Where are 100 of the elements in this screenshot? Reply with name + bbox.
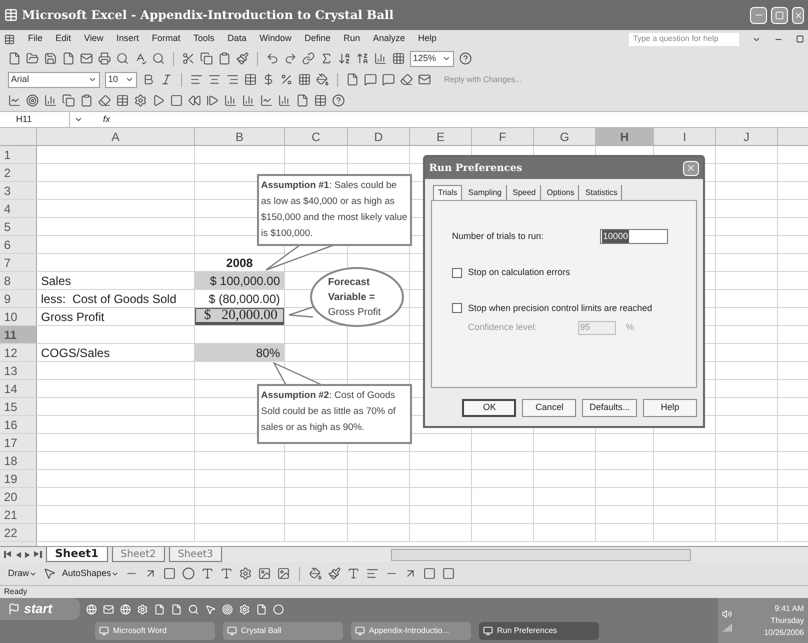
- checkbox[interactable]: [452, 303, 462, 314]
- sensitivity-chart-icon[interactable]: [278, 94, 291, 107]
- draw-menu[interactable]: Draw: [8, 566, 38, 580]
- report-icon[interactable]: [296, 94, 309, 107]
- trials-input[interactable]: 10000: [600, 229, 668, 244]
- column-header[interactable]: D: [348, 128, 410, 145]
- column-header[interactable]: I: [654, 128, 716, 145]
- single-step-icon[interactable]: [206, 94, 219, 107]
- checkbox-label[interactable]: Stop on calculation errors: [468, 266, 570, 280]
- clip-art-icon[interactable]: [258, 567, 272, 580]
- delete-comment-icon[interactable]: [400, 73, 413, 86]
- row-header[interactable]: 8: [0, 272, 37, 289]
- menu-item[interactable]: View: [84, 32, 104, 46]
- row-header[interactable]: 14: [0, 380, 37, 397]
- column-header[interactable]: C: [285, 128, 348, 145]
- column-header[interactable]: H: [596, 128, 654, 145]
- row-header[interactable]: 13: [0, 362, 37, 379]
- help-search-field[interactable]: Type a question for help: [629, 32, 739, 46]
- define-forecast-icon[interactable]: [44, 94, 57, 107]
- bold-icon[interactable]: [142, 73, 155, 86]
- taskbar-button[interactable]: Run Preferences: [479, 622, 599, 640]
- sheet-tab[interactable]: Sheet2: [112, 547, 165, 562]
- format-painter-icon[interactable]: [236, 52, 249, 65]
- save-icon[interactable]: [44, 52, 57, 65]
- dialog-button[interactable]: OK: [462, 399, 516, 417]
- wordart-icon[interactable]: [220, 567, 234, 580]
- font-color-icon[interactable]: [347, 567, 360, 580]
- taskbar-button[interactable]: Microsoft Word: [95, 622, 215, 640]
- menu-item[interactable]: Help: [418, 32, 437, 46]
- row-header[interactable]: 10: [0, 308, 37, 325]
- menu-item[interactable]: Analyze: [373, 32, 406, 46]
- help-icon[interactable]: [332, 94, 345, 107]
- mail-icon[interactable]: [80, 52, 93, 65]
- restore-button[interactable]: [771, 6, 788, 24]
- borders-icon[interactable]: [298, 73, 311, 86]
- close-button[interactable]: [792, 6, 804, 24]
- picture-icon[interactable]: [277, 567, 290, 580]
- menu-item[interactable]: Edit: [56, 32, 72, 46]
- trend-chart-icon[interactable]: [260, 94, 273, 107]
- clear-data-icon[interactable]: [98, 94, 111, 107]
- menu-item[interactable]: Window: [259, 32, 292, 46]
- quick-launch-icon[interactable]: [273, 604, 284, 614]
- row-header[interactable]: 20: [0, 488, 37, 505]
- autosum-icon[interactable]: [320, 52, 333, 65]
- forecast-charts-icon[interactable]: [224, 94, 237, 107]
- sort-descending-icon[interactable]: [356, 52, 369, 65]
- chart-icon[interactable]: [374, 52, 387, 65]
- copy-data-icon[interactable]: [62, 94, 75, 107]
- undo-icon[interactable]: [266, 52, 279, 65]
- row-header[interactable]: 16: [0, 416, 37, 433]
- reset-simulation-icon[interactable]: [188, 94, 201, 107]
- menu-item[interactable]: Define: [304, 32, 330, 46]
- fill-color-icon[interactable]: [316, 73, 329, 86]
- dropdown-icon[interactable]: [74, 115, 83, 124]
- column-header[interactable]: J: [716, 128, 778, 145]
- run-preferences-icon[interactable]: [134, 94, 147, 107]
- minimize-button[interactable]: [750, 6, 767, 24]
- font-dropdown[interactable]: Arial: [8, 72, 100, 88]
- folder-icon[interactable]: [26, 52, 39, 65]
- sheet-tab[interactable]: Sheet3: [168, 547, 222, 562]
- insert-function-button[interactable]: fx: [103, 112, 110, 126]
- dialog-tab[interactable]: Trials: [433, 185, 462, 200]
- quick-launch-icon[interactable]: [256, 604, 267, 614]
- menu-item[interactable]: Tools: [193, 32, 214, 46]
- text-box-icon[interactable]: [201, 567, 214, 580]
- select-objects-icon[interactable]: [43, 567, 56, 580]
- copy-icon[interactable]: [200, 52, 213, 65]
- taskbar-button[interactable]: Crystal Ball: [223, 622, 343, 640]
- sort-ascending-icon[interactable]: [338, 52, 351, 65]
- align-right-icon[interactable]: [226, 73, 239, 86]
- menu-item[interactable]: Run: [343, 32, 360, 46]
- overlay-chart-icon[interactable]: [242, 94, 255, 107]
- horizontal-scrollbar[interactable]: [391, 548, 692, 560]
- redo-icon[interactable]: [284, 52, 297, 65]
- start-simulation-icon[interactable]: [152, 94, 165, 107]
- quick-launch-icon[interactable]: [239, 604, 250, 614]
- research-icon[interactable]: [152, 52, 165, 65]
- mail-icon[interactable]: [418, 73, 431, 86]
- row-header[interactable]: 4: [0, 200, 37, 217]
- quick-launch-icon[interactable]: [205, 604, 216, 614]
- dialog-button[interactable]: Cancel: [522, 399, 576, 417]
- column-header[interactable]: F: [472, 128, 534, 145]
- align-center-icon[interactable]: [208, 73, 221, 86]
- column-header[interactable]: A: [37, 128, 195, 145]
- define-decision-icon[interactable]: [26, 94, 39, 107]
- quick-launch-icon[interactable]: [188, 604, 199, 614]
- quick-launch-icon[interactable]: [154, 604, 165, 614]
- row-header[interactable]: 5: [0, 218, 37, 235]
- font-size-dropdown[interactable]: 10: [105, 72, 137, 88]
- column-header[interactable]: B: [195, 128, 285, 145]
- align-left-icon[interactable]: [190, 73, 203, 86]
- row-header[interactable]: 12: [0, 344, 37, 361]
- print-preview-icon[interactable]: [116, 52, 129, 65]
- first-sheet-icon[interactable]: [4, 551, 12, 558]
- menu-item[interactable]: Insert: [116, 32, 139, 46]
- row-header[interactable]: 18: [0, 452, 37, 469]
- menu-item[interactable]: Format: [152, 32, 180, 46]
- oval-icon[interactable]: [182, 567, 196, 580]
- cut-icon[interactable]: [182, 52, 195, 65]
- row-header[interactable]: 3: [0, 182, 37, 199]
